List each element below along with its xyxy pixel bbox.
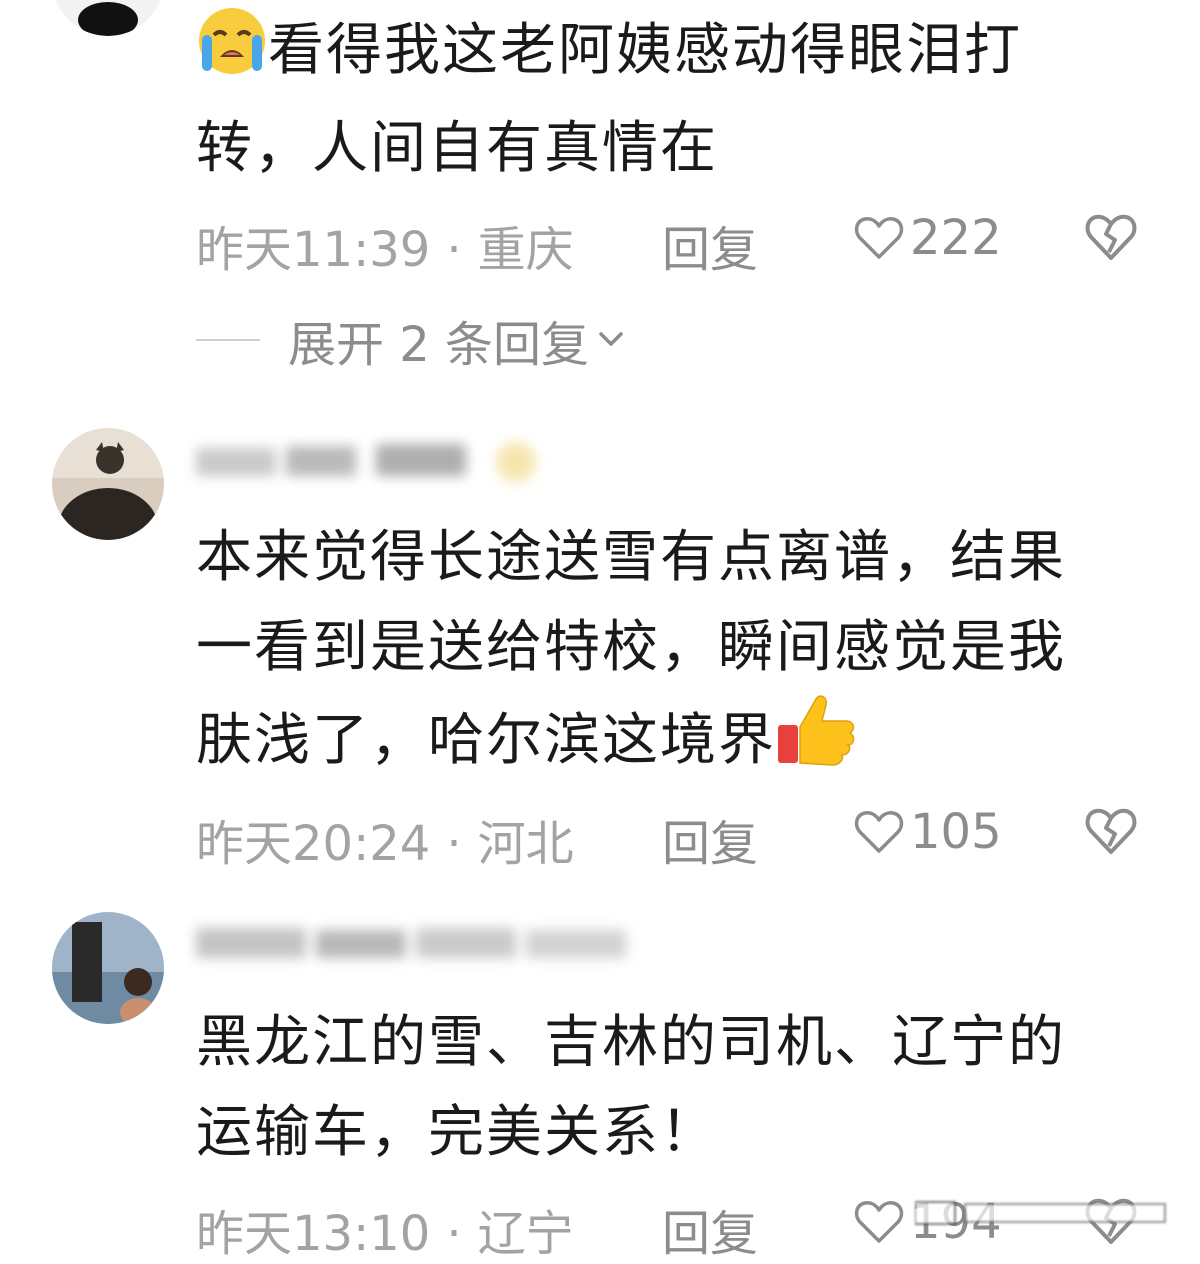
timestamp-location: 昨天13:10 · 辽宁 [196, 1194, 574, 1264]
comment-text-line: 转，人间自有真情在 [196, 116, 718, 181]
expand-replies-label: 展开 2 条回复 [288, 317, 590, 373]
heart-icon [854, 217, 904, 259]
avatar[interactable] [52, 0, 164, 36]
avatar[interactable] [52, 912, 164, 1024]
divider-line [196, 339, 260, 341]
comment-text-line: 黑龙江的雪、吉林的司机、辽宁的 [196, 1010, 1066, 1075]
chevron-down-icon [599, 332, 623, 346]
username-redacted[interactable] [196, 922, 636, 964]
timestamp-location: 昨天11:39 · 重庆 [196, 210, 574, 280]
timestamp: 昨天20:24 [196, 816, 431, 872]
location: 河北 [477, 816, 574, 872]
comment-text-line: 看得我这老阿姨感动得眼泪打 [268, 18, 1022, 83]
reply-button[interactable]: 回复 [662, 804, 758, 874]
location: 辽宁 [477, 1206, 574, 1262]
like-count: 105 [910, 804, 1002, 860]
reply-button[interactable]: 回复 [662, 1194, 758, 1264]
loudly-crying-face-icon [196, 5, 268, 104]
comment-text-line: 运输车，完美关系！ [196, 1100, 718, 1165]
broken-heart-icon [1085, 808, 1137, 854]
comment-text-line: 肤浅了，哈尔滨这境界 [196, 708, 776, 773]
dislike-button[interactable] [1084, 212, 1138, 274]
comment-meta: 昨天20:24 · 河北 回复 105 [196, 804, 1156, 872]
like-button[interactable]: 222 [854, 210, 1002, 266]
separator-dot: · [446, 1206, 462, 1262]
location: 重庆 [477, 222, 574, 278]
thumbs-up-icon [776, 693, 856, 794]
avatar[interactable] [52, 428, 164, 540]
reply-button[interactable]: 回复 [662, 210, 758, 280]
comment-text-line: 本来觉得长途送雪有点离谱，结果 [196, 525, 1066, 590]
comment-text-line: 一看到是送给特校，瞬间感觉是我 [196, 615, 1066, 680]
separator-dot: · [446, 816, 462, 872]
username-redacted[interactable] [196, 440, 556, 482]
separator-dot: · [446, 222, 462, 278]
like-count: 222 [910, 210, 1002, 266]
watermark-logo [914, 1198, 1175, 1228]
heart-icon [854, 1201, 904, 1243]
timestamp-location: 昨天20:24 · 河北 [196, 804, 574, 874]
timestamp: 昨天11:39 [196, 222, 431, 278]
dislike-button[interactable] [1084, 806, 1138, 868]
broken-heart-icon [1085, 214, 1137, 260]
timestamp: 昨天13:10 [196, 1206, 431, 1262]
like-button[interactable]: 105 [854, 804, 1002, 860]
comment-meta: 昨天11:39 · 重庆 回复 222 [196, 210, 1156, 278]
expand-replies-button[interactable]: 展开 2 条回复 [196, 310, 629, 373]
heart-icon [854, 811, 904, 853]
